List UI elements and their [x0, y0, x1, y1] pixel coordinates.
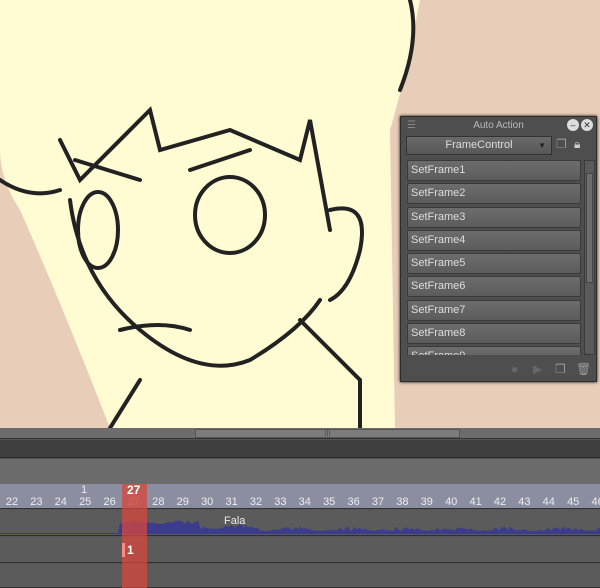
frame-tick: 43 [518, 496, 530, 508]
frame-tick: 36 [347, 496, 359, 508]
keyframe-marker [122, 543, 125, 557]
frame-tick: 45 [567, 496, 579, 508]
action-set-dropdown[interactable]: FrameControl ▼ [406, 136, 552, 155]
list-item[interactable]: SetFrame2 [407, 183, 581, 204]
frame-tick: 34 [299, 496, 311, 508]
frame-tick: 44 [543, 496, 555, 508]
list-item[interactable]: SetFrame9 [407, 346, 581, 355]
panel-title: Auto Action [473, 120, 524, 131]
list-item[interactable]: SetFrame1 [407, 160, 581, 181]
new-action-icon[interactable]: ❐ [555, 362, 566, 376]
menu-icon[interactable]: ☰ [407, 117, 416, 134]
marker-label: 1 [81, 484, 87, 496]
keyframe-track[interactable] [0, 537, 600, 563]
frame-tick: 35 [323, 496, 335, 508]
frame-tick: 33 [274, 496, 286, 508]
list-item[interactable]: SetFrame4 [407, 230, 581, 251]
lock-icon[interactable]: 🔒︎ [574, 137, 580, 152]
play-icon[interactable]: ▶ [533, 362, 542, 376]
frame-tick: 28 [152, 496, 164, 508]
frame-tick: 41 [469, 496, 481, 508]
close-icon[interactable]: ✕ [581, 119, 593, 131]
list-item[interactable]: SetFrame7 [407, 300, 581, 321]
vertical-scrollbar[interactable] [584, 160, 595, 355]
frame-tick: 30 [201, 496, 213, 508]
frame-tick: 26 [103, 496, 115, 508]
dropdown-value: FrameControl [445, 139, 512, 151]
frame-tick: 37 [372, 496, 384, 508]
chevron-down-icon: ▼ [538, 137, 546, 154]
frame-tick: 29 [177, 496, 189, 508]
list-item[interactable]: SetFrame8 [407, 323, 581, 344]
frame-tick: 22 [6, 496, 18, 508]
auto-action-panel: ☰ Auto Action – ✕ FrameControl ▼ ❐ 🔒︎ Set… [400, 116, 597, 382]
duplicate-set-icon[interactable]: ❐ [556, 137, 567, 151]
trash-icon[interactable]: 🗑︎ [576, 362, 591, 376]
frame-tick: 24 [55, 496, 67, 508]
frame-tick: 23 [30, 496, 42, 508]
audio-waveform [0, 510, 600, 536]
frame-tick: 40 [445, 496, 457, 508]
timeline-toolbar [0, 440, 600, 458]
audio-track[interactable]: Fala [0, 510, 600, 536]
frame-tick: 31 [225, 496, 237, 508]
action-list: SetFrame1 SetFrame2 SetFrame3 SetFrame4 … [407, 160, 581, 355]
panel-footer: ● ▶ ❐ 🗑︎ [401, 359, 596, 381]
list-item[interactable]: SetFrame5 [407, 253, 581, 274]
timeline: ||| 1 22 23 24 25 26 27 28 29 30 31 32 33 34 35 36 37 38… [0, 428, 600, 588]
list-item[interactable]: SetFrame6 [407, 276, 581, 297]
waveform-path [0, 520, 600, 534]
timeline-header [0, 459, 600, 484]
audio-label: Fala [224, 515, 245, 527]
horizontal-scrollbar[interactable]: ||| [0, 428, 600, 439]
list-item[interactable]: SetFrame3 [407, 207, 581, 228]
panel-titlebar[interactable]: ☰ Auto Action – ✕ [401, 117, 596, 134]
keyframe-label: 1 [127, 543, 134, 557]
frame-tick: 32 [250, 496, 262, 508]
frame-ruler[interactable]: 1 22 23 24 25 26 27 28 29 30 31 32 33 34 35 36 37 38 39 40… [0, 484, 600, 509]
playhead[interactable]: 27 1 [122, 484, 147, 588]
frame-tick: 46 [591, 496, 600, 508]
current-frame-label: 27 [127, 483, 140, 497]
frame-tick: 38 [396, 496, 408, 508]
frame-tick: 39 [421, 496, 433, 508]
frame-tick: 42 [494, 496, 506, 508]
record-icon[interactable]: ● [511, 362, 518, 376]
scroll-thumb[interactable]: ||| [195, 429, 460, 438]
frame-tick: 25 [79, 496, 91, 508]
scroll-thumb[interactable] [586, 173, 593, 283]
minimize-icon[interactable]: – [567, 119, 579, 131]
empty-track[interactable] [0, 564, 600, 588]
